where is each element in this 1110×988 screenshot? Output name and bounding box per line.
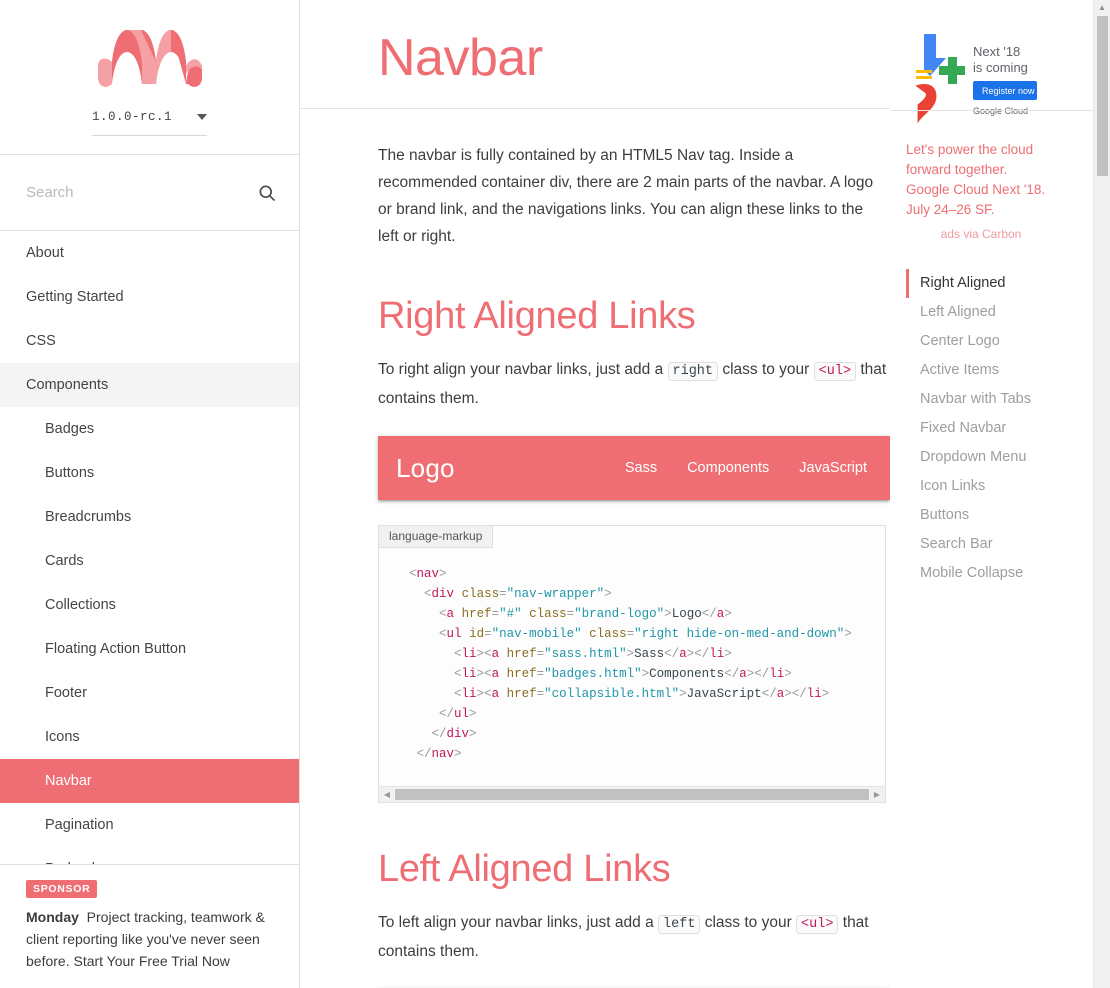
sidebar-item-components[interactable]: Components <box>0 363 299 407</box>
sidebar-item-badges[interactable]: Badges <box>0 407 299 451</box>
sidebar-item-navbar[interactable]: Navbar <box>0 759 299 803</box>
page-vertical-scrollbar[interactable]: ▲ <box>1093 0 1110 988</box>
version-selector[interactable]: 1.0.0-rc.1 <box>92 110 207 136</box>
triangle-left-icon[interactable]: ◀ <box>380 788 394 802</box>
sidebar-item-cards[interactable]: Cards <box>0 539 299 583</box>
right-column: Next '18 is coming Register now Google C… <box>890 0 1095 988</box>
page-root: 1.0.0-rc.1 About Getting Started CSS Com… <box>0 0 1110 988</box>
sidebar-item-floating-action-button[interactable]: Floating Action Button <box>0 627 299 671</box>
toc-item-dropdown-menu[interactable]: Dropdown Menu <box>906 443 1095 472</box>
sponsor-text: Monday Project tracking, teamwork & clie… <box>26 906 273 972</box>
demo-brand-logo[interactable]: Logo <box>378 453 455 484</box>
toc-item-icon-links[interactable]: Icon Links <box>906 472 1095 501</box>
para2-text-b: class to your <box>700 914 797 931</box>
para-text-a: To right align your navbar links, just a… <box>378 361 668 378</box>
caret-down-icon <box>197 114 207 120</box>
demo-link-components[interactable]: Components <box>672 436 784 500</box>
version-label: 1.0.0-rc.1 <box>92 110 173 124</box>
sidebar-nav-list: About Getting Started CSS Components Bad… <box>0 231 299 891</box>
toc-item-active-items[interactable]: Active Items <box>906 356 1095 385</box>
demo-navbar-right-aligned: Logo Sass Components JavaScript <box>378 436 890 500</box>
inline-code-ul-2: <ul> <box>796 915 839 934</box>
intro-paragraph: The navbar is fully contained by an HTML… <box>378 147 874 245</box>
sidebar-search[interactable] <box>0 155 299 231</box>
sidebar: 1.0.0-rc.1 About Getting Started CSS Com… <box>0 0 300 988</box>
toc-item-search-bar[interactable]: Search Bar <box>906 530 1095 559</box>
toc-item-buttons[interactable]: Buttons <box>906 501 1095 530</box>
triangle-up-icon[interactable]: ▲ <box>1094 0 1110 14</box>
section-paragraph-left-aligned: To left align your navbar links, just ad… <box>378 909 888 965</box>
sidebar-item-pagination[interactable]: Pagination <box>0 803 299 847</box>
inline-code-right: right <box>667 362 719 381</box>
sidebar-logo-block: 1.0.0-rc.1 <box>0 0 299 155</box>
para2-text-a: To left align your navbar links, just ad… <box>378 914 659 931</box>
ad-via-label[interactable]: ads via Carbon <box>906 227 1056 241</box>
inline-code-left: left <box>658 915 701 934</box>
code-language-label: language-markup <box>379 526 494 548</box>
ad-headline-line1: Next '18 <box>973 44 1020 59</box>
carbon-ad[interactable]: Next '18 is coming Register now Google C… <box>906 0 1095 241</box>
para-text-b: class to your <box>718 361 814 378</box>
toc-item-mobile-collapse[interactable]: Mobile Collapse <box>906 559 1095 588</box>
toc-item-fixed-navbar[interactable]: Fixed Navbar <box>906 414 1095 443</box>
toc-item-center-logo[interactable]: Center Logo <box>906 327 1095 356</box>
sidebar-item-buttons[interactable]: Buttons <box>0 451 299 495</box>
table-of-contents: Right Aligned Left Aligned Center Logo A… <box>906 269 1095 588</box>
section-paragraph-right-aligned: To right align your navbar links, just a… <box>378 356 888 412</box>
code-horizontal-scrollbar[interactable]: ◀ ▶ <box>379 786 885 802</box>
sidebar-item-about[interactable]: About <box>0 231 299 275</box>
triangle-right-icon[interactable]: ▶ <box>870 788 884 802</box>
sidebar-item-breadcrumbs[interactable]: Breadcrumbs <box>0 495 299 539</box>
sponsor-brand: Monday <box>26 909 79 925</box>
search-input[interactable] <box>26 184 257 201</box>
code-scroll-thumb[interactable] <box>395 789 869 800</box>
right-column-divider <box>890 110 1095 111</box>
toc-item-navbar-with-tabs[interactable]: Navbar with Tabs <box>906 385 1095 414</box>
sidebar-item-getting-started[interactable]: Getting Started <box>0 275 299 319</box>
demo-link-sass[interactable]: Sass <box>610 436 672 500</box>
google-cloud-next-ad-image[interactable]: Next '18 is coming Register now Google C… <box>906 30 1058 130</box>
toc-item-right-aligned[interactable]: Right Aligned <box>906 269 1095 298</box>
search-icon[interactable] <box>257 183 277 203</box>
sidebar-item-footer[interactable]: Footer <box>0 671 299 715</box>
ad-register-button-label: Register now <box>982 86 1035 96</box>
sidebar-item-css[interactable]: CSS <box>0 319 299 363</box>
ad-brand-label: Google Cloud <box>973 106 1028 116</box>
sponsor-panel[interactable]: SPONSOR Monday Project tracking, teamwor… <box>0 864 299 988</box>
sponsor-badge: SPONSOR <box>26 880 98 898</box>
materialize-logo[interactable] <box>94 22 206 94</box>
code-content[interactable]: <nav> <div class="nav-wrapper"> <a href=… <box>379 548 885 786</box>
ad-headline-line2: is coming <box>973 60 1028 75</box>
sidebar-item-icons[interactable]: Icons <box>0 715 299 759</box>
ad-body-text[interactable]: Let's power the cloud forward together. … <box>906 140 1046 220</box>
demo-link-javascript[interactable]: JavaScript <box>784 436 882 500</box>
toc-item-left-aligned[interactable]: Left Aligned <box>906 298 1095 327</box>
sidebar-item-collections[interactable]: Collections <box>0 583 299 627</box>
inline-code-ul: <ul> <box>813 362 857 381</box>
page-scroll-thumb[interactable] <box>1097 16 1108 176</box>
demo-nav-links: Sass Components JavaScript <box>610 436 890 500</box>
code-block-right-aligned: language-markup <nav> <div class="nav-wr… <box>378 525 886 803</box>
